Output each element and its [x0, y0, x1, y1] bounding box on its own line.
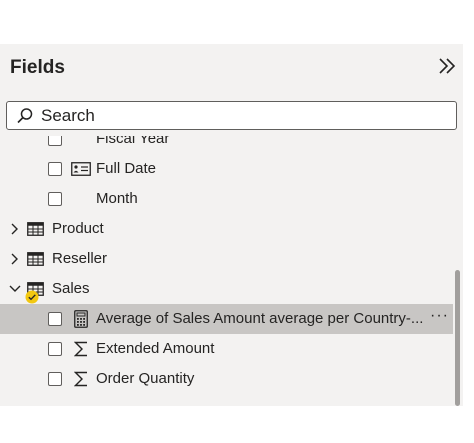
field-label: Extended Amount	[96, 340, 215, 357]
field-checkbox[interactable]	[48, 342, 62, 356]
sigma-icon	[74, 341, 87, 357]
fields-pane: Fields Fiscal Year	[0, 44, 463, 406]
scrollbar-thumb[interactable]	[455, 270, 460, 406]
chevron-right-icon[interactable]	[9, 253, 21, 265]
field-list: Fiscal Year Full Date Month Product Rese…	[0, 136, 463, 406]
table-label: Reseller	[52, 250, 108, 267]
search-icon	[17, 108, 33, 124]
field-row-full-date[interactable]: Full Date	[0, 154, 453, 184]
field-checkbox[interactable]	[48, 372, 62, 386]
table-row-product[interactable]: Product	[0, 214, 453, 244]
field-checkbox[interactable]	[48, 162, 62, 176]
table-label: Product	[52, 220, 104, 237]
field-checkbox[interactable]	[48, 312, 62, 326]
field-label: Fiscal Year	[96, 136, 170, 147]
field-label: Average of Sales Amount average per Coun…	[96, 310, 424, 327]
field-row-extended-amount[interactable]: Extended Amount	[0, 334, 453, 364]
field-row-order-quantity[interactable]: Order Quantity	[0, 364, 453, 394]
field-row-fiscal-year[interactable]: Fiscal Year	[0, 136, 453, 154]
more-options-button[interactable]: ···	[430, 307, 449, 325]
sigma-icon	[74, 371, 87, 387]
search-input[interactable]	[41, 105, 446, 127]
field-checkbox[interactable]	[48, 136, 62, 146]
field-label: Month	[96, 190, 138, 207]
table-icon	[27, 222, 44, 236]
checkmark-badge-icon	[25, 290, 39, 304]
table-icon	[27, 252, 44, 266]
chevron-right-icon[interactable]	[9, 223, 21, 235]
table-row-reseller[interactable]: Reseller	[0, 244, 453, 274]
field-row-month[interactable]: Month	[0, 184, 453, 214]
field-label: Order Quantity	[96, 370, 195, 387]
field-checkbox[interactable]	[48, 192, 62, 206]
table-row-sales[interactable]: Sales	[0, 274, 453, 304]
calculator-icon	[74, 310, 88, 328]
collapse-pane-button[interactable]	[437, 54, 459, 78]
double-chevron-right-icon	[439, 58, 456, 74]
field-row-average-measure[interactable]: Average of Sales Amount average per Coun…	[0, 304, 453, 334]
pane-title: Fields	[10, 57, 65, 78]
chevron-down-icon[interactable]	[9, 283, 21, 295]
date-hierarchy-icon	[71, 162, 91, 176]
search-box[interactable]	[6, 101, 457, 130]
table-label: Sales	[52, 280, 90, 297]
field-label: Full Date	[96, 160, 157, 177]
